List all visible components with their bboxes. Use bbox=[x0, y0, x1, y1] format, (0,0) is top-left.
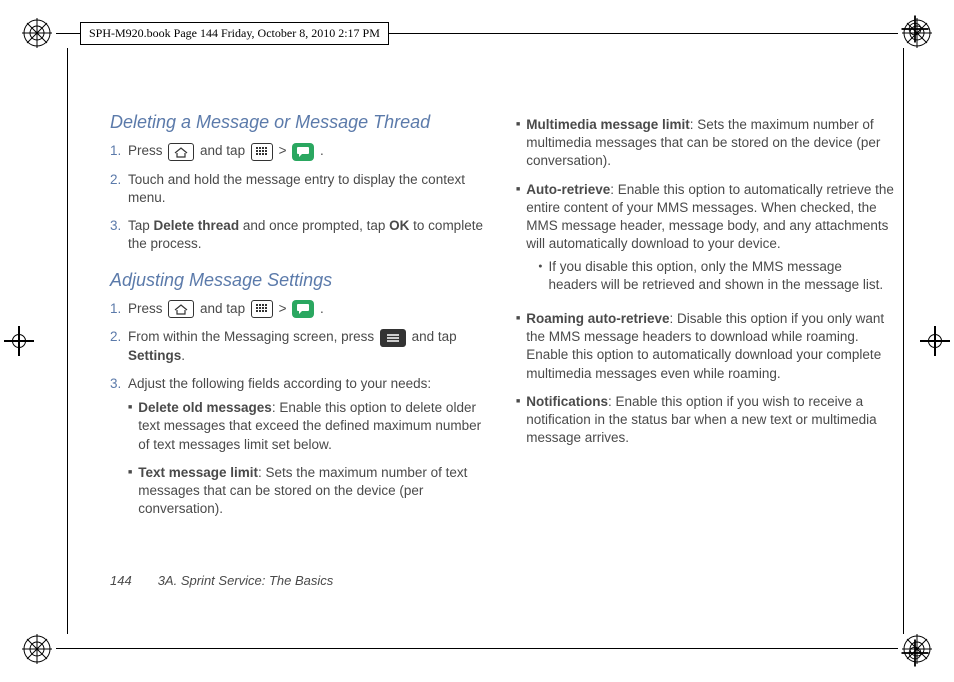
bold-text: Settings bbox=[128, 348, 181, 363]
bullet-list: Delete old messages: Enable this option … bbox=[128, 399, 488, 518]
steps-list: 1. Press and tap > bbox=[110, 142, 488, 253]
step-text: and tap bbox=[200, 301, 249, 316]
step-text: . bbox=[320, 301, 324, 316]
menu-button-icon bbox=[380, 329, 406, 347]
home-button-icon bbox=[168, 143, 194, 161]
bold-text: Notifications bbox=[526, 394, 608, 409]
bullet-item: Multimedia message limit: Sets the maxim… bbox=[516, 116, 894, 171]
step-text: and once prompted, tap bbox=[239, 218, 389, 233]
step-text: > bbox=[279, 143, 291, 158]
bullet-list: Multimedia message limit: Sets the maxim… bbox=[516, 116, 894, 448]
step-item: 1. Press and tap > bbox=[110, 300, 488, 318]
step-item: 3. Tap Delete thread and once prompted, … bbox=[110, 217, 488, 253]
step-number: 3. bbox=[110, 217, 128, 253]
section-heading: Deleting a Message or Message Thread bbox=[110, 110, 488, 134]
step-text: and tap bbox=[200, 143, 249, 158]
registration-mark-icon bbox=[22, 18, 52, 48]
step-text: Tap bbox=[128, 218, 154, 233]
crop-cross-icon bbox=[902, 16, 929, 43]
crop-cross-icon bbox=[920, 326, 950, 356]
messaging-icon bbox=[292, 300, 314, 318]
bold-text: Delete thread bbox=[154, 218, 240, 233]
step-text: Press bbox=[128, 143, 166, 158]
step-text: Press bbox=[128, 301, 166, 316]
bold-text: Text message limit bbox=[138, 465, 258, 480]
crop-cross-icon bbox=[4, 326, 34, 356]
steps-list: 1. Press and tap > bbox=[110, 300, 488, 529]
bullet-item: Roaming auto-retrieve: Disable this opti… bbox=[516, 310, 894, 383]
step-item: 2. Touch and hold the message entry to d… bbox=[110, 171, 488, 207]
step-text: Adjust the following fields according to… bbox=[128, 376, 431, 391]
step-number: 2. bbox=[110, 328, 128, 365]
apps-grid-icon bbox=[251, 143, 273, 161]
step-number: 1. bbox=[110, 142, 128, 160]
bullet-item: Text message limit: Sets the maximum num… bbox=[128, 464, 488, 519]
home-button-icon bbox=[168, 300, 194, 318]
crop-line bbox=[903, 48, 904, 634]
step-text: . bbox=[181, 348, 185, 363]
step-number: 2. bbox=[110, 171, 128, 207]
step-item: 1. Press and tap > bbox=[110, 142, 488, 160]
bold-text: Auto-retrieve bbox=[526, 182, 610, 197]
page-content: Deleting a Message or Message Thread 1. … bbox=[110, 110, 894, 622]
bullet-item: Notifications: Enable this option if you… bbox=[516, 393, 894, 448]
crop-cross-icon bbox=[902, 640, 929, 667]
step-text: . bbox=[320, 143, 324, 158]
messaging-icon bbox=[292, 143, 314, 161]
step-text: Touch and hold the message entry to disp… bbox=[128, 171, 488, 207]
step-number: 1. bbox=[110, 300, 128, 318]
document-header: SPH-M920.book Page 144 Friday, October 8… bbox=[80, 22, 389, 45]
sub-bullet-list: If you disable this option, only the MMS… bbox=[526, 258, 894, 294]
step-text: and tap bbox=[412, 329, 457, 344]
registration-mark-icon bbox=[22, 634, 52, 664]
bullet-item: Delete old messages: Enable this option … bbox=[128, 399, 488, 454]
step-item: 3. Adjust the following fields according… bbox=[110, 375, 488, 529]
left-column: Deleting a Message or Message Thread 1. … bbox=[110, 110, 488, 543]
bold-text: Roaming auto-retrieve bbox=[526, 311, 669, 326]
right-column: Multimedia message limit: Sets the maxim… bbox=[516, 110, 894, 543]
page-number: 144 bbox=[110, 573, 132, 588]
footer-title: 3A. Sprint Service: The Basics bbox=[158, 573, 334, 588]
section-heading: Adjusting Message Settings bbox=[110, 268, 488, 292]
sub-bullet-item: If you disable this option, only the MMS… bbox=[538, 258, 894, 294]
bold-text: Multimedia message limit bbox=[526, 117, 690, 132]
bullet-item: Auto-retrieve: Enable this option to aut… bbox=[516, 181, 894, 300]
bold-text: Delete old messages bbox=[138, 400, 272, 415]
crop-line bbox=[67, 48, 68, 634]
body-text: If you disable this option, only the MMS… bbox=[548, 258, 894, 294]
apps-grid-icon bbox=[251, 300, 273, 318]
crop-line bbox=[56, 648, 898, 649]
step-item: 2. From within the Messaging screen, pre… bbox=[110, 328, 488, 365]
step-number: 3. bbox=[110, 375, 128, 529]
page-footer: 144 3A. Sprint Service: The Basics bbox=[110, 573, 333, 588]
bold-text: OK bbox=[389, 218, 409, 233]
step-text: > bbox=[279, 301, 291, 316]
step-text: From within the Messaging screen, press bbox=[128, 329, 378, 344]
